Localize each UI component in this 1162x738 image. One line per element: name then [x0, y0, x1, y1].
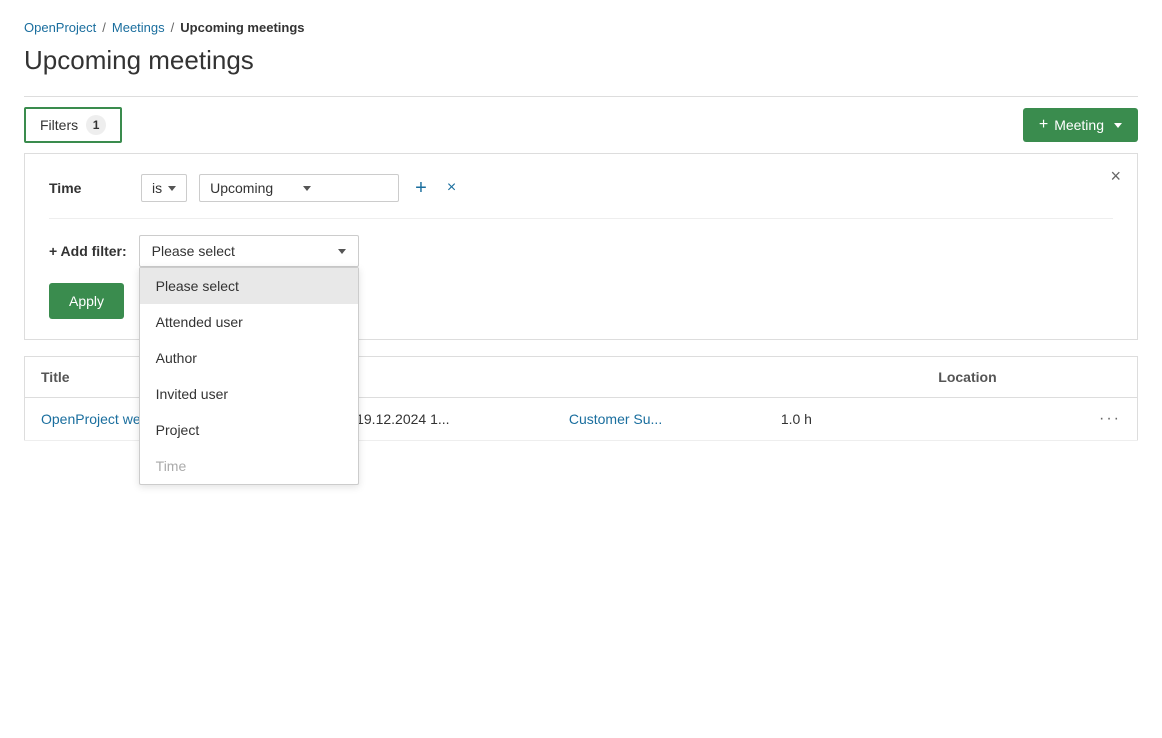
filter-panel-close-button[interactable]: ×	[1110, 166, 1121, 187]
cell-date: 19.12.2024 1...	[340, 398, 553, 441]
breadcrumb-openproject[interactable]: OpenProject	[24, 20, 96, 35]
apply-button[interactable]: Apply	[49, 283, 124, 319]
time-filter-value-text: Upcoming	[210, 180, 273, 196]
new-meeting-button[interactable]: + Meeting	[1023, 108, 1138, 142]
filters-label: Filters	[40, 117, 78, 133]
filter-dropdown-menu: Please select Attended user Author Invit…	[139, 267, 359, 485]
time-filter-value-chevron-icon	[303, 186, 311, 191]
breadcrumb-sep-1: /	[102, 20, 106, 35]
dropdown-item-project[interactable]: Project	[140, 412, 358, 448]
new-meeting-plus-icon: +	[1039, 116, 1048, 134]
col-header-project	[553, 357, 765, 398]
cell-location	[922, 398, 1083, 441]
dropdown-item-author[interactable]: Author	[140, 340, 358, 376]
page-title: Upcoming meetings	[24, 45, 1138, 76]
dropdown-item-time: Time	[140, 448, 358, 484]
dropdown-item-attended-user[interactable]: Attended user	[140, 304, 358, 340]
dropdown-item-please-select[interactable]: Please select	[140, 268, 358, 304]
col-header-location: Location	[922, 357, 1083, 398]
add-filter-select-chevron-icon	[338, 249, 346, 254]
filter-add-value-button[interactable]: +	[411, 177, 431, 200]
add-filter-select-value: Please select	[152, 243, 235, 259]
page-wrapper: OpenProject / Meetings / Upcoming meetin…	[0, 0, 1162, 461]
col-header-date	[340, 357, 553, 398]
breadcrumb-current: Upcoming meetings	[180, 20, 304, 35]
time-filter-operator-value: is	[152, 180, 162, 196]
toolbar: Filters 1 + Meeting	[24, 96, 1138, 154]
add-filter-container: Please select Please select Attended use…	[139, 235, 359, 267]
cell-duration: 1.0 h	[765, 398, 922, 441]
row-actions-button[interactable]: ···	[1099, 410, 1121, 428]
filter-panel: × Time is Upcoming + × + Add filter: Ple…	[24, 154, 1138, 340]
add-filter-select[interactable]: Please select	[139, 235, 359, 267]
breadcrumb-sep-2: /	[171, 20, 175, 35]
cell-project: Customer Su...	[553, 398, 765, 441]
dropdown-item-invited-user[interactable]: Invited user	[140, 376, 358, 412]
time-filter-value-select[interactable]: Upcoming	[199, 174, 399, 202]
time-filter-operator-chevron-icon	[168, 186, 176, 191]
col-header-duration	[765, 357, 922, 398]
filter-remove-button[interactable]: ×	[443, 179, 460, 197]
new-meeting-label: Meeting	[1054, 117, 1104, 133]
filters-button[interactable]: Filters 1	[24, 107, 122, 143]
meeting-project-link[interactable]: Customer Su...	[569, 411, 662, 427]
add-filter-label: + Add filter:	[49, 243, 127, 259]
filters-count-badge: 1	[86, 115, 106, 135]
new-meeting-chevron-icon	[1114, 123, 1122, 128]
cell-actions: ···	[1083, 398, 1137, 441]
breadcrumb-meetings[interactable]: Meetings	[112, 20, 165, 35]
time-filter-operator-select[interactable]: is	[141, 174, 187, 202]
breadcrumb: OpenProject / Meetings / Upcoming meetin…	[24, 20, 1138, 35]
time-filter-label: Time	[49, 180, 129, 196]
col-header-actions	[1083, 357, 1137, 398]
add-filter-row: + Add filter: Please select Please selec…	[49, 235, 1113, 267]
time-filter-row: Time is Upcoming + ×	[49, 174, 1113, 219]
